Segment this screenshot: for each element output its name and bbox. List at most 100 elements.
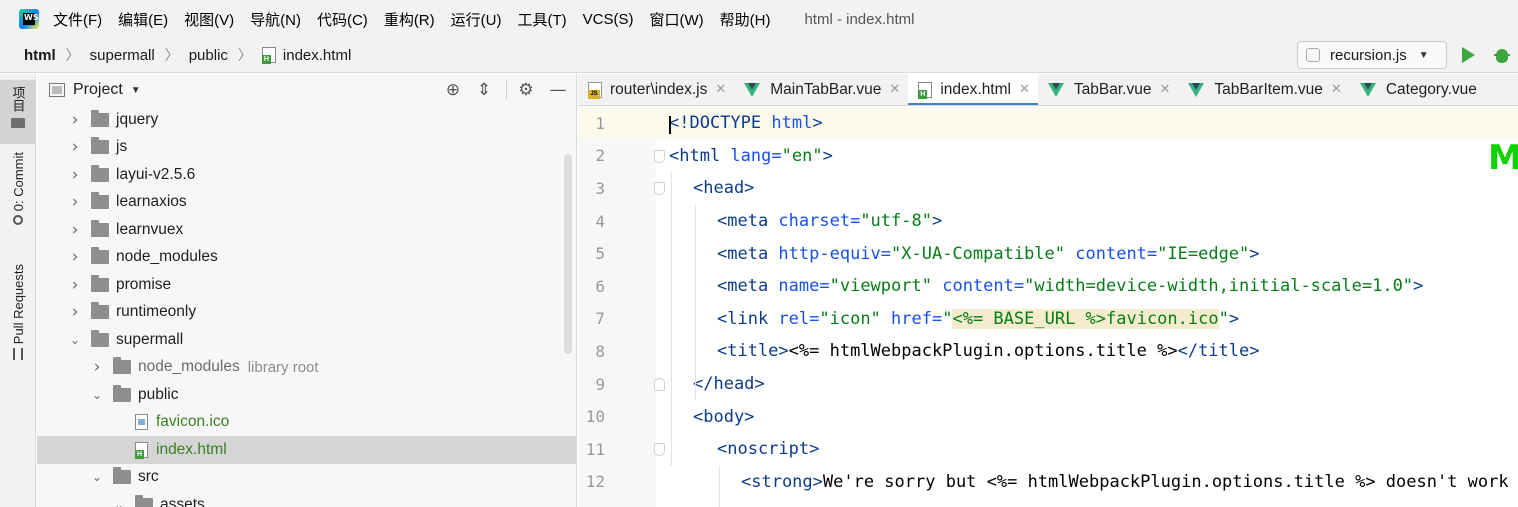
fold-marker-icon[interactable]	[654, 377, 665, 391]
tree-item[interactable]: › js	[37, 134, 576, 162]
pull-requests-tool-button[interactable]: Pull Requests	[0, 264, 36, 374]
collapse-all-icon[interactable]: ⇕	[475, 81, 493, 99]
menu-window[interactable]: 窗口(W)	[649, 9, 703, 30]
breadcrumb-file-label: index.html	[282, 46, 352, 64]
menu-tools[interactable]: 工具(T)	[517, 9, 566, 30]
menu-run[interactable]: 运行(U)	[451, 9, 502, 30]
tree-item[interactable]: ⌄ src	[37, 464, 576, 492]
fold-marker-icon[interactable]	[654, 149, 665, 163]
menu-view[interactable]: 视图(V)	[184, 9, 234, 30]
code-token: </head>	[693, 374, 765, 395]
chevron-right-icon[interactable]: ›	[68, 192, 82, 212]
breadcrumb-supermall[interactable]: supermall	[90, 47, 155, 64]
menu-navigate[interactable]: 导航(N)	[250, 9, 301, 30]
tree-item[interactable]: ⌄ public	[37, 381, 576, 409]
chevron-right-icon[interactable]: ›	[68, 247, 82, 267]
pull-requests-tool-label: Pull Requests	[10, 264, 26, 345]
editor-tab[interactable]: MainTabBar.vue ✕	[734, 74, 908, 105]
chevron-right-icon[interactable]: ›	[90, 357, 104, 377]
chevron-down-icon[interactable]: ▼	[131, 85, 141, 96]
editor-tab-label: TabBar.vue	[1073, 80, 1152, 98]
chevron-right-icon[interactable]: ›	[68, 302, 82, 322]
breadcrumb-file[interactable]: index.html	[261, 46, 352, 64]
fold-marker-icon[interactable]	[654, 443, 665, 456]
code-token: "viewport"	[829, 276, 932, 297]
tree-item[interactable]: ⌄ assets	[37, 491, 576, 507]
code-line: 11 <noscript>	[578, 433, 1518, 466]
code-token: <strong>	[741, 471, 823, 492]
tree-item[interactable]: › layui-v2.5.6	[37, 161, 576, 189]
tree-item-label: runtimeonly	[116, 303, 197, 321]
tree-item-label: promise	[116, 275, 172, 293]
tree-item[interactable]: › learnvuex	[37, 216, 576, 244]
debug-icon[interactable]	[1494, 46, 1510, 64]
editor-tab-label: MainTabBar.vue	[770, 80, 882, 98]
chevron-right-icon[interactable]: ›	[68, 220, 82, 240]
chevron-right-icon[interactable]: ›	[68, 275, 82, 295]
editor-tab[interactable]: router\index.js ✕	[578, 74, 734, 105]
gear-icon[interactable]: ⚙	[517, 81, 535, 99]
tree-item[interactable]: › node_modules	[37, 244, 576, 272]
tree-item-label: layui-v2.5.6	[116, 165, 196, 183]
close-icon[interactable]: ✕	[1019, 82, 1030, 97]
chevron-down-icon[interactable]: ⌄	[90, 388, 104, 402]
run-icon[interactable]	[1462, 47, 1475, 63]
code-token: <meta	[717, 276, 779, 297]
menu-code[interactable]: 代码(C)	[317, 9, 368, 30]
project-tool-button[interactable]: 项目	[0, 80, 36, 144]
code-editor[interactable]: M 1 <!DOCTYPE html> 2 <html lang="en"> 3 <hea…	[578, 107, 1518, 507]
chevron-down-icon[interactable]: ⌄	[90, 470, 104, 484]
project-tree-scrollbar[interactable]	[564, 154, 572, 354]
tree-item[interactable]: index.html	[37, 436, 576, 464]
commit-tool-button[interactable]: 0: Commit	[0, 152, 36, 242]
close-icon[interactable]: ✕	[715, 82, 726, 97]
code-line: 4 <meta charset="utf-8">	[578, 205, 1518, 238]
breadcrumb-project[interactable]: html	[24, 47, 56, 64]
menu-help[interactable]: 帮助(H)	[720, 9, 771, 30]
tree-item[interactable]: › runtimeonly	[37, 299, 576, 327]
chevron-right-icon[interactable]: ›	[68, 110, 82, 130]
tree-item[interactable]: › jquery	[37, 106, 576, 134]
project-view-selector[interactable]: Project	[73, 81, 123, 99]
code-token: <body>	[693, 406, 755, 427]
tree-item-label: assets	[160, 495, 205, 507]
close-icon[interactable]: ✕	[889, 82, 900, 97]
run-configuration-dropdown[interactable]: recursion.js ▼	[1297, 41, 1447, 69]
navigation-bar: html 〉 supermall 〉 public 〉 index.html r…	[0, 38, 1518, 73]
close-icon[interactable]: ✕	[1331, 82, 1342, 97]
menu-refactor[interactable]: 重构(R)	[384, 9, 435, 30]
editor-tab[interactable]: index.html ✕	[908, 74, 1038, 105]
locate-file-icon[interactable]: ⊕	[444, 81, 462, 99]
breadcrumb-public[interactable]: public	[189, 47, 228, 64]
fold-marker-icon[interactable]	[654, 182, 665, 196]
code-text: <!DOCTYPE html>	[669, 113, 823, 133]
folder-icon	[113, 467, 131, 485]
hide-panel-icon[interactable]: —	[549, 81, 567, 99]
tree-item[interactable]: favicon.ico	[37, 409, 576, 437]
code-token: >	[1413, 276, 1424, 297]
menu-edit[interactable]: 编辑(E)	[118, 9, 168, 30]
editor-tab[interactable]: Category.vue	[1350, 74, 1485, 105]
tree-item[interactable]: ⌄ supermall	[37, 326, 576, 354]
tree-item[interactable]: › node_modules library root	[37, 354, 576, 382]
chevron-down-icon[interactable]: ⌄	[112, 498, 126, 507]
menu-file[interactable]: 文件(F)	[53, 9, 102, 30]
text-caret	[669, 116, 671, 134]
menu-vcs[interactable]: VCS(S)	[583, 11, 634, 28]
code-text: <head>	[693, 178, 754, 198]
indent-guide	[719, 465, 720, 507]
editor-tab-label: index.html	[940, 80, 1011, 98]
line-number: 2	[595, 146, 605, 166]
line-number: 3	[595, 178, 605, 198]
close-icon[interactable]: ✕	[1159, 82, 1170, 97]
chevron-right-icon[interactable]: ›	[68, 165, 82, 185]
chevron-down-icon[interactable]: ⌄	[68, 333, 82, 347]
editor-tab[interactable]: TabBar.vue ✕	[1038, 74, 1178, 105]
code-token: >	[812, 113, 823, 134]
tree-item[interactable]: › learnaxios	[37, 189, 576, 217]
tree-item[interactable]: › promise	[37, 271, 576, 299]
editor-tab[interactable]: TabBarItem.vue ✕	[1178, 74, 1349, 105]
chevron-right-icon[interactable]: ›	[68, 137, 82, 157]
